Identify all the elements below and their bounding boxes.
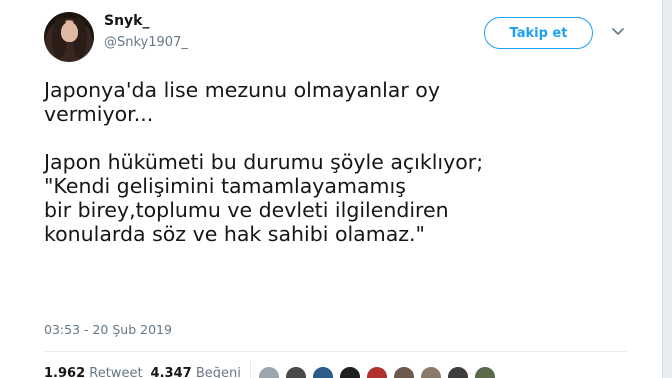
user-display-name[interactable]: Snyk_ bbox=[104, 13, 150, 29]
liker-avatar[interactable] bbox=[258, 366, 280, 378]
liker-avatar[interactable] bbox=[312, 366, 334, 378]
stats-separator bbox=[250, 360, 251, 378]
tweet-stats: 1.962 Retweet 4.347 Beğeni bbox=[44, 366, 241, 378]
follow-button[interactable]: Takip et bbox=[484, 17, 593, 49]
avatar-face bbox=[61, 22, 78, 42]
liker-avatar[interactable] bbox=[366, 366, 388, 378]
like-stat[interactable]: 4.347 Beğeni bbox=[151, 366, 241, 378]
liker-avatar[interactable] bbox=[420, 366, 442, 378]
liker-avatar[interactable] bbox=[474, 366, 496, 378]
divider bbox=[44, 351, 627, 352]
chevron-down-icon[interactable] bbox=[612, 27, 624, 37]
liker-avatar[interactable] bbox=[339, 366, 361, 378]
user-handle[interactable]: @Snky1907_ bbox=[104, 35, 188, 50]
scrollbar-track[interactable] bbox=[662, 0, 672, 378]
liker-avatar[interactable] bbox=[447, 366, 469, 378]
likes-label: Beğeni bbox=[195, 366, 241, 378]
tweet-text: Japonya'da lise mezunu olmayanlar oy ver… bbox=[44, 78, 484, 246]
liker-avatar[interactable] bbox=[393, 366, 415, 378]
retweets-label: Retweet bbox=[89, 366, 143, 378]
retweets-count: 1.962 bbox=[44, 366, 86, 378]
tweet-timestamp[interactable]: 03:53 - 20 Şub 2019 bbox=[44, 322, 172, 337]
user-avatar[interactable] bbox=[44, 12, 94, 62]
tweet-card: Snyk_ @Snky1907_ Takip et Japonya'da lis… bbox=[0, 0, 662, 378]
likes-count: 4.347 bbox=[150, 366, 192, 378]
retweet-stat[interactable]: 1.962 Retweet bbox=[44, 366, 143, 378]
liker-avatars bbox=[258, 366, 496, 378]
liker-avatar[interactable] bbox=[285, 366, 307, 378]
